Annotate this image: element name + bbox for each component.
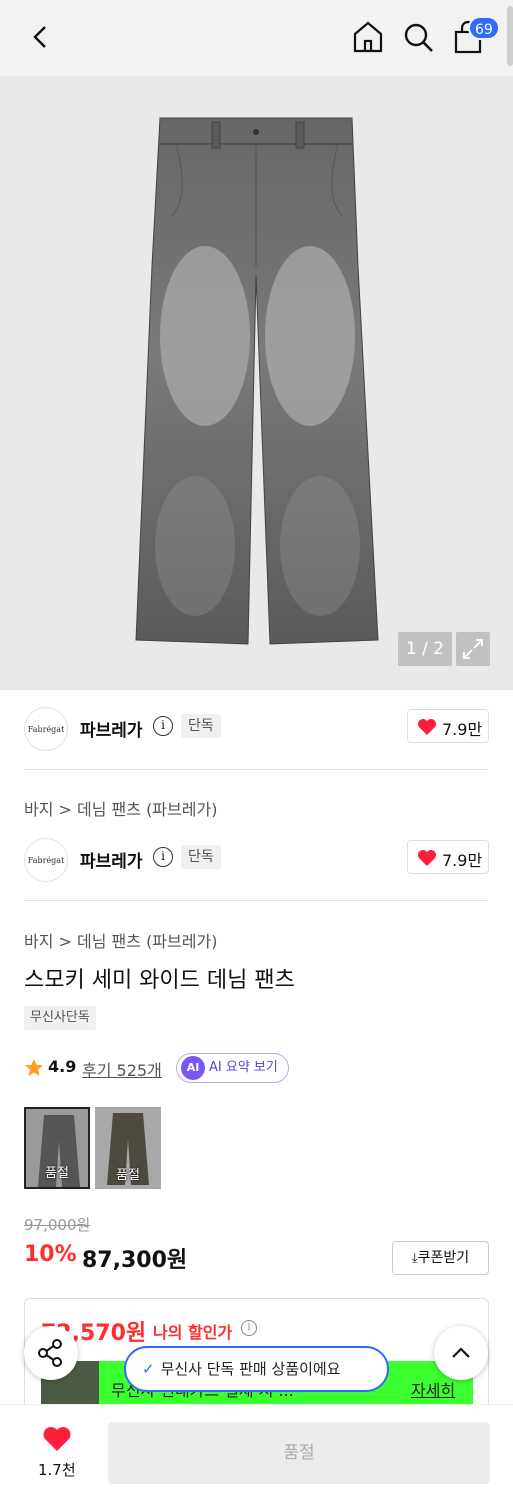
- divider: [24, 769, 489, 770]
- brand-logo[interactable]: Fabrégat: [24, 838, 68, 882]
- reviews-link[interactable]: 후기 525개: [82, 1057, 162, 1081]
- exclusive-tag: 단독: [181, 714, 221, 738]
- image-pager: 1 / 2: [398, 632, 452, 666]
- bottom-action-bar: 1.7천 품절: [0, 1404, 513, 1500]
- chevron-left-icon[interactable]: [26, 22, 56, 52]
- brand-row: Fabrégat 파브레가 i 단독 7.9만: [0, 694, 513, 764]
- brand-logo[interactable]: Fabrégat: [24, 707, 68, 751]
- star-icon: [25, 1059, 43, 1076]
- breadcrumb[interactable]: 바지 > 데님 팬츠 (파브레가): [24, 928, 217, 952]
- ai-logo-icon: AI: [181, 1056, 205, 1080]
- cart-count-badge: 69: [468, 16, 500, 40]
- product-image[interactable]: 1 / 2: [0, 76, 513, 690]
- check-icon: ✓: [142, 1360, 155, 1378]
- info-icon[interactable]: i: [153, 847, 173, 867]
- favorite-count: 1.7천: [38, 1461, 76, 1479]
- color-option-brown[interactable]: 품절: [95, 1107, 161, 1189]
- rating-score: 4.9: [48, 1057, 77, 1076]
- heart-icon[interactable]: [42, 1425, 72, 1453]
- chevron-up-icon: [452, 1347, 470, 1358]
- heart-icon: [418, 850, 436, 866]
- exclusive-tag: 단독: [181, 845, 221, 869]
- sold-out-label: 품절: [45, 1166, 69, 1181]
- expand-icon: [463, 639, 483, 659]
- expand-button[interactable]: [456, 632, 490, 666]
- discount-rate: 10%: [24, 1242, 77, 1267]
- top-bar: 69: [0, 0, 513, 76]
- share-icon: [38, 1339, 62, 1367]
- detail-link[interactable]: 자세히: [411, 1377, 455, 1401]
- ai-summary-button[interactable]: AI AI 요약 보기: [176, 1053, 289, 1083]
- brand-name[interactable]: 파브레가: [80, 847, 143, 872]
- jeans-illustration: [0, 76, 513, 690]
- product-title: 스모키 세미 와이드 데님 팬츠: [24, 968, 295, 993]
- info-icon[interactable]: i: [153, 716, 173, 736]
- sale-price: 87,300원: [82, 1248, 188, 1273]
- buy-button[interactable]: 품절: [108, 1422, 490, 1484]
- brand-like-button[interactable]: 7.9만: [407, 709, 489, 743]
- coupon-label: 쿠폰받기: [417, 1250, 470, 1266]
- brand-like-count: 7.9만: [442, 720, 483, 739]
- brand-like-count: 7.9만: [442, 851, 483, 870]
- sold-out-label: 품절: [116, 1168, 140, 1183]
- brand-row: Fabrégat 파브레가 i 단독 7.9만: [0, 825, 513, 895]
- heart-icon: [418, 719, 436, 735]
- search-icon[interactable]: [402, 20, 434, 54]
- coupon-button[interactable]: ⤓쿠폰받기: [392, 1241, 489, 1275]
- breadcrumb[interactable]: 바지 > 데님 팬츠 (파브레가): [24, 796, 217, 820]
- my-discount-label: 나의 할인가: [153, 1323, 233, 1342]
- original-price: 97,000원: [24, 1216, 91, 1234]
- toast-text: 무신사 단독 판매 상품이에요: [160, 1360, 341, 1378]
- brand-like-button[interactable]: 7.9만: [407, 840, 489, 874]
- home-icon[interactable]: [352, 20, 384, 54]
- color-option-gray[interactable]: 품절: [24, 1107, 90, 1189]
- brand-name[interactable]: 파브레가: [80, 716, 143, 741]
- ai-summary-label: AI 요약 보기: [209, 1060, 278, 1075]
- divider: [24, 900, 489, 901]
- share-button[interactable]: [24, 1326, 78, 1380]
- info-icon[interactable]: i: [241, 1320, 257, 1336]
- scrollbar[interactable]: [507, 6, 513, 66]
- exclusive-chip: 무신사단독: [24, 1006, 96, 1030]
- exclusive-toast: ✓ 무신사 단독 판매 상품이에요: [124, 1346, 389, 1392]
- scroll-top-button[interactable]: [434, 1326, 488, 1380]
